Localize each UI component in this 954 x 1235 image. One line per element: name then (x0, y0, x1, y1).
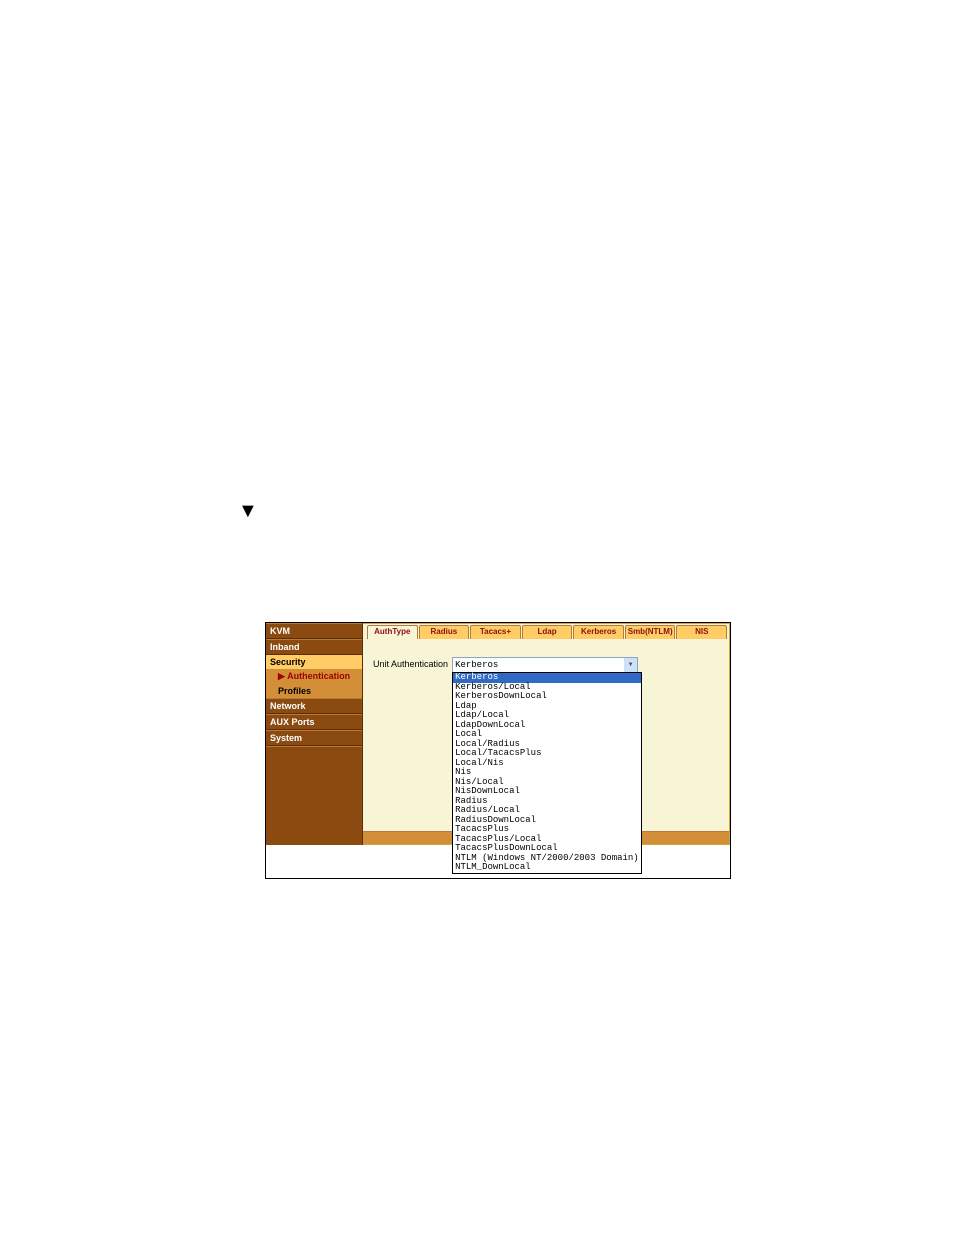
tab-ldap[interactable]: Ldap (522, 625, 573, 639)
sidebar-item-network[interactable]: Network (266, 698, 362, 714)
sidebar-item-system[interactable]: System (266, 730, 362, 746)
main-panel: AuthTypeRadiusTacacs+LdapKerberosSmb(NTL… (363, 623, 730, 845)
sidebar-item-label: AUX Ports (270, 717, 315, 727)
sidebar-item-label: Security (270, 657, 306, 667)
app-window: KVM Inband Security ▶ Authentication Profile… (265, 622, 731, 879)
chevron-down-icon[interactable]: ▼ (624, 657, 638, 673)
unit-auth-select[interactable]: Kerberos (452, 657, 638, 673)
option-kerberosdownlocal[interactable]: KerberosDownLocal (453, 692, 641, 702)
unit-auth-select-value: Kerberos (455, 660, 498, 670)
tab-strip: AuthTypeRadiusTacacs+LdapKerberosSmb(NTL… (363, 624, 729, 639)
sidebar-item-authentication[interactable]: ▶ Authentication (266, 669, 362, 684)
sidebar: KVM Inband Security ▶ Authentication Profile… (266, 623, 363, 845)
unit-auth-label: Unit Authentication (373, 657, 448, 669)
triangle-marker-icon: ▼ (238, 500, 258, 523)
option-ntlm-downlocal[interactable]: NTLM_DownLocal (453, 863, 641, 873)
sidebar-item-label: Profiles (278, 686, 311, 696)
sidebar-item-label: Authentication (287, 671, 350, 681)
sidebar-item-aux-ports[interactable]: AUX Ports (266, 714, 362, 730)
tab-authtype[interactable]: AuthType (367, 625, 418, 639)
content-area: Unit Authentication Kerberos ▼ KerberosK… (363, 639, 729, 831)
selected-arrow-icon: ▶ (278, 671, 287, 681)
sidebar-item-label: KVM (270, 626, 290, 636)
tab-kerberos[interactable]: Kerberos (573, 625, 624, 639)
tab-tacacs-[interactable]: Tacacs+ (470, 625, 521, 639)
sidebar-item-inband[interactable]: Inband (266, 639, 362, 655)
sidebar-item-label: Network (270, 701, 306, 711)
tab-smb-ntlm-[interactable]: Smb(NTLM) (625, 625, 676, 639)
unit-auth-select-wrap: Kerberos ▼ KerberosKerberos/LocalKerbero… (452, 657, 638, 673)
sidebar-item-security[interactable]: Security (266, 655, 362, 669)
sidebar-item-kvm[interactable]: KVM (266, 623, 362, 639)
sidebar-item-label: System (270, 733, 302, 743)
sidebar-item-label: Inband (270, 642, 300, 652)
tab-nis[interactable]: NIS (676, 625, 727, 639)
unit-auth-dropdown: KerberosKerberos/LocalKerberosDownLocalL… (452, 672, 642, 874)
option-local-nis[interactable]: Local/Nis (453, 759, 641, 769)
tab-radius[interactable]: Radius (419, 625, 470, 639)
sidebar-item-profiles[interactable]: Profiles (266, 684, 362, 698)
